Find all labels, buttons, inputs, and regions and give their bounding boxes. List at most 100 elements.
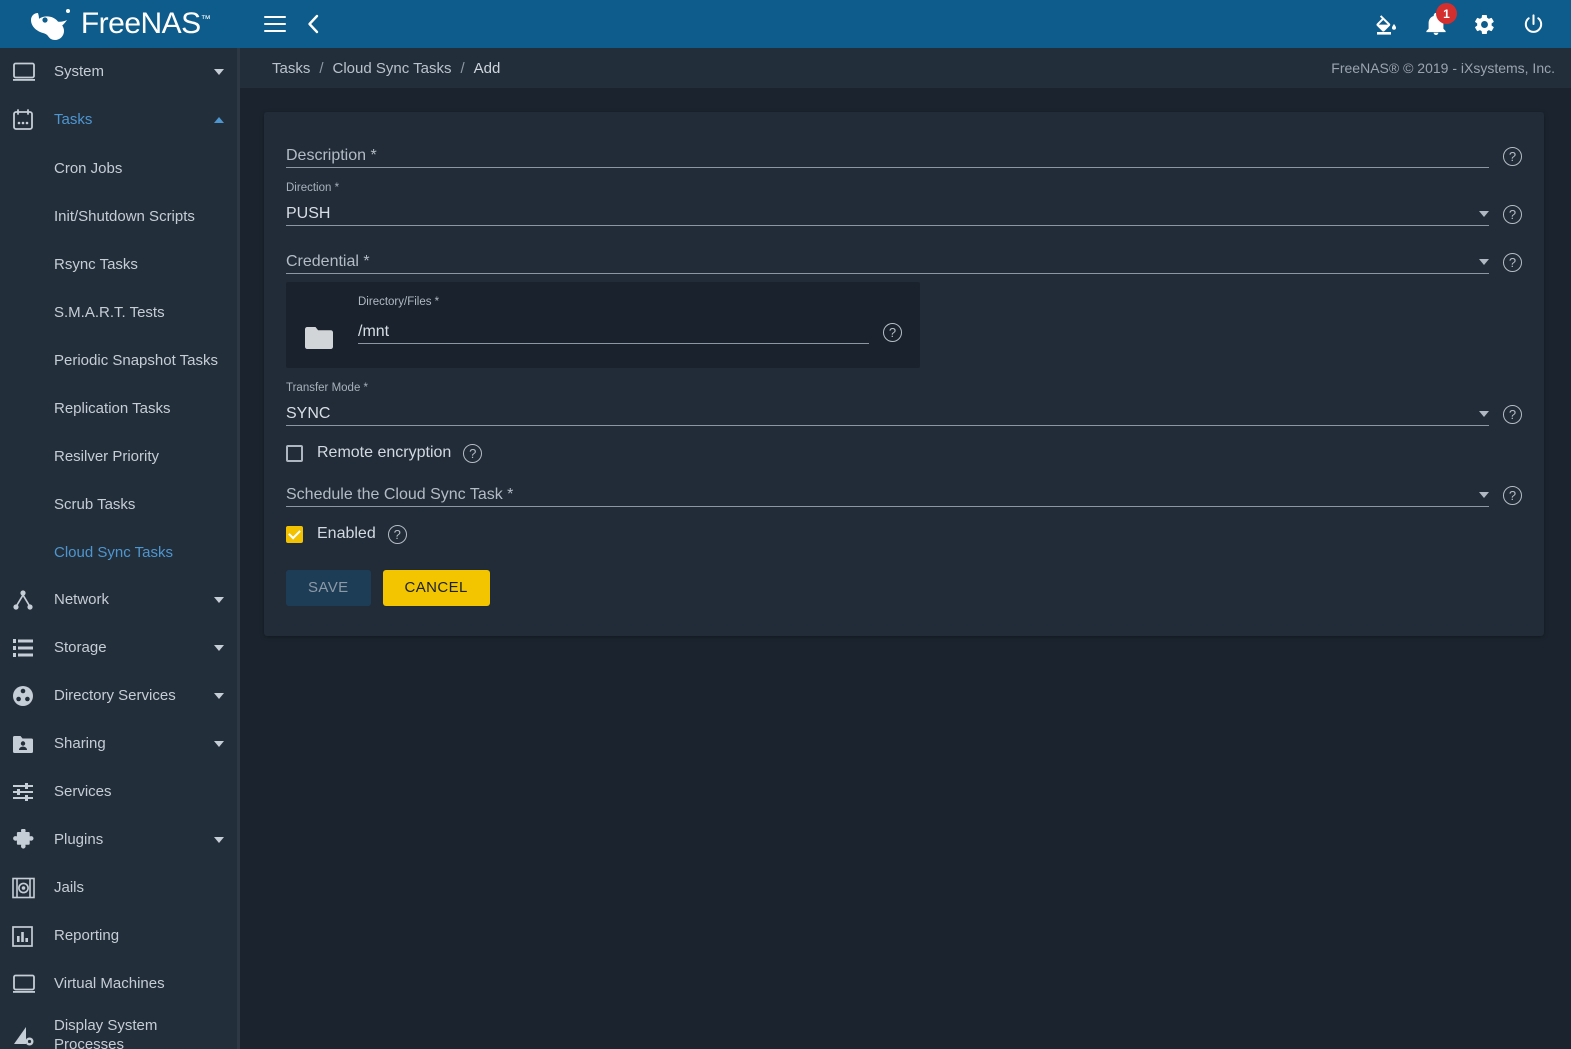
direction-select[interactable]: PUSH	[286, 200, 1489, 226]
sidebar-item-services[interactable]: Services	[0, 768, 240, 816]
brand-trademark: ™	[200, 14, 211, 25]
sidebar-subitem-label: Resilver Priority	[54, 447, 160, 465]
help-circle-icon[interactable]: ?	[1503, 485, 1522, 505]
chevron-left-glyph	[308, 14, 319, 34]
sidebar-item-virtual-machines[interactable]: Virtual Machines	[0, 960, 240, 1008]
schedule-select-wrap[interactable]: Schedule the Cloud Sync Task *	[286, 481, 1489, 507]
sliders-icon	[12, 780, 42, 804]
help-circle-icon[interactable]: ?	[1503, 252, 1522, 272]
network-icon	[12, 588, 42, 612]
cloud-sync-task-form-card: Description * ? Direction * PUSH ? Crede…	[264, 112, 1544, 636]
breadcrumb-item-tasks[interactable]: Tasks	[272, 60, 310, 77]
hamburger-menu-icon[interactable]	[264, 16, 286, 32]
breadcrumb-item-cloud-sync-tasks[interactable]: Cloud Sync Tasks	[333, 60, 452, 77]
notifications-button[interactable]: 1	[1425, 3, 1457, 36]
remote-encryption-checkbox[interactable]	[286, 444, 303, 462]
sidebar-subitem-label: Cron Jobs	[54, 159, 123, 177]
sidebar-item-jails[interactable]: Jails	[0, 864, 240, 912]
jails-icon	[12, 876, 42, 900]
chevron-down-icon[interactable]	[1479, 210, 1489, 217]
sidebar-item-label: Tasks	[54, 110, 93, 128]
help-circle-icon[interactable]: ?	[387, 524, 407, 544]
direction-select-wrap[interactable]: PUSH	[286, 200, 1489, 226]
sidebar-item-plugins[interactable]: Plugins	[0, 816, 240, 864]
transfer-mode-select[interactable]: SYNC	[286, 400, 1489, 426]
directory-files-panel: Directory/Files * /mnt ?	[286, 281, 920, 368]
transfer-mode-select-wrap[interactable]: SYNC	[286, 400, 1489, 426]
breadcrumb-item-add[interactable]: Add	[474, 60, 501, 77]
chevron-down-icon[interactable]	[214, 837, 224, 843]
help-circle-icon[interactable]: ?	[463, 443, 483, 463]
sidebar-item-network[interactable]: Network	[0, 576, 240, 624]
help-circle-icon[interactable]: ?	[1503, 147, 1522, 166]
chevron-left-icon[interactable]	[306, 14, 320, 34]
breadcrumb-separator: /	[319, 59, 324, 77]
chevron-down-icon[interactable]	[214, 693, 224, 699]
sidebar-item-sharing[interactable]: Sharing	[0, 720, 240, 768]
storage-icon	[12, 636, 42, 660]
sidebar-item-reporting[interactable]: Reporting	[0, 912, 240, 960]
hamburger-bars	[264, 16, 286, 32]
chevron-down-icon[interactable]	[1479, 258, 1489, 265]
notification-badge: 1	[1436, 3, 1457, 24]
credential-select-wrap[interactable]: Credential *	[286, 248, 1489, 274]
sidebar-item-label: Plugins	[54, 830, 104, 848]
folder-icon[interactable]	[304, 326, 334, 350]
chevron-down-icon[interactable]	[214, 741, 224, 747]
sidebar-item-system[interactable]: System	[0, 48, 240, 96]
sidebar-item-replication-tasks[interactable]: Replication Tasks	[0, 384, 240, 432]
sidebar-subitem-label: Init/Shutdown Scripts	[54, 207, 195, 225]
enabled-checkbox[interactable]	[286, 525, 303, 543]
sidebar-item-init-shutdown-scripts[interactable]: Init/Shutdown Scripts	[0, 192, 240, 240]
directory-files-input[interactable]: /mnt	[358, 318, 869, 344]
gear-icon[interactable]	[1473, 13, 1496, 36]
sidebar-subitem-label: Replication Tasks	[54, 399, 171, 417]
monitor-icon	[12, 972, 42, 996]
sidebar-item-tasks[interactable]: Tasks	[0, 96, 240, 144]
credential-row: Credential * ?	[286, 248, 1522, 274]
chevron-down-icon[interactable]	[214, 645, 224, 651]
description-field: Description * ?	[286, 138, 1522, 168]
sidebar-item-cloud-sync-tasks[interactable]: Cloud Sync Tasks	[0, 528, 240, 576]
sidebar-item-label: Directory Services	[54, 686, 176, 704]
schedule-select[interactable]: Schedule the Cloud Sync Task *	[286, 481, 1489, 507]
chevron-down-icon[interactable]	[214, 69, 224, 75]
description-row: Description * ?	[286, 138, 1522, 168]
help-circle-icon[interactable]: ?	[1503, 404, 1522, 424]
sidebar-item-smart-tests[interactable]: S.M.A.R.T. Tests	[0, 288, 240, 336]
transfer-mode-value: SYNC	[286, 404, 331, 422]
sidebar-item-label: Jails	[54, 878, 85, 896]
sidebar-item-display-system-processes[interactable]: Display System Processes	[0, 1008, 240, 1049]
sidebar-item-storage[interactable]: Storage	[0, 624, 240, 672]
enabled-label: Enabled	[317, 525, 376, 543]
help-circle-icon[interactable]: ?	[1503, 204, 1522, 224]
credential-field: Credential * ?	[286, 248, 1522, 274]
help-circle-icon[interactable]: ?	[883, 322, 902, 342]
sidebar-item-rsync-tasks[interactable]: Rsync Tasks	[0, 240, 240, 288]
chevron-down-icon[interactable]	[214, 597, 224, 603]
schedule-field: Schedule the Cloud Sync Task * ?	[286, 481, 1522, 507]
paint-bucket-icon[interactable]	[1375, 12, 1399, 36]
cancel-button[interactable]: CANCEL	[382, 569, 490, 606]
transfer-mode-label: Transfer Mode *	[286, 381, 369, 394]
direction-value: PUSH	[286, 204, 331, 222]
power-icon[interactable]	[1522, 13, 1545, 36]
directory-services-icon	[12, 684, 42, 708]
sidebar-item-resilver-priority[interactable]: Resilver Priority	[0, 432, 240, 480]
chevron-down-icon[interactable]	[1479, 410, 1489, 417]
credential-select[interactable]: Credential *	[286, 248, 1489, 274]
description-input-wrap[interactable]: Description *	[286, 138, 1489, 168]
description-input[interactable]: Description *	[286, 138, 1489, 168]
sidebar-item-cron-jobs[interactable]: Cron Jobs	[0, 144, 240, 192]
chevron-up-icon[interactable]	[214, 117, 224, 123]
sidebar-item-directory-services[interactable]: Directory Services	[0, 672, 240, 720]
brand-name: FreeNAS™	[80, 7, 211, 40]
sidebar-scrollbar[interactable]	[237, 48, 240, 1049]
sidebar-item-periodic-snapshot-tasks[interactable]: Periodic Snapshot Tasks	[0, 336, 240, 384]
chevron-down-icon[interactable]	[1479, 491, 1489, 498]
save-button[interactable]: SAVE	[286, 569, 371, 606]
sidebar-item-scrub-tasks[interactable]: Scrub Tasks	[0, 480, 240, 528]
brand-logo[interactable]: FreeNAS™	[0, 0, 240, 48]
directory-files-field: Directory/Files * /mnt ?	[358, 296, 902, 344]
monitor-icon	[12, 60, 42, 84]
